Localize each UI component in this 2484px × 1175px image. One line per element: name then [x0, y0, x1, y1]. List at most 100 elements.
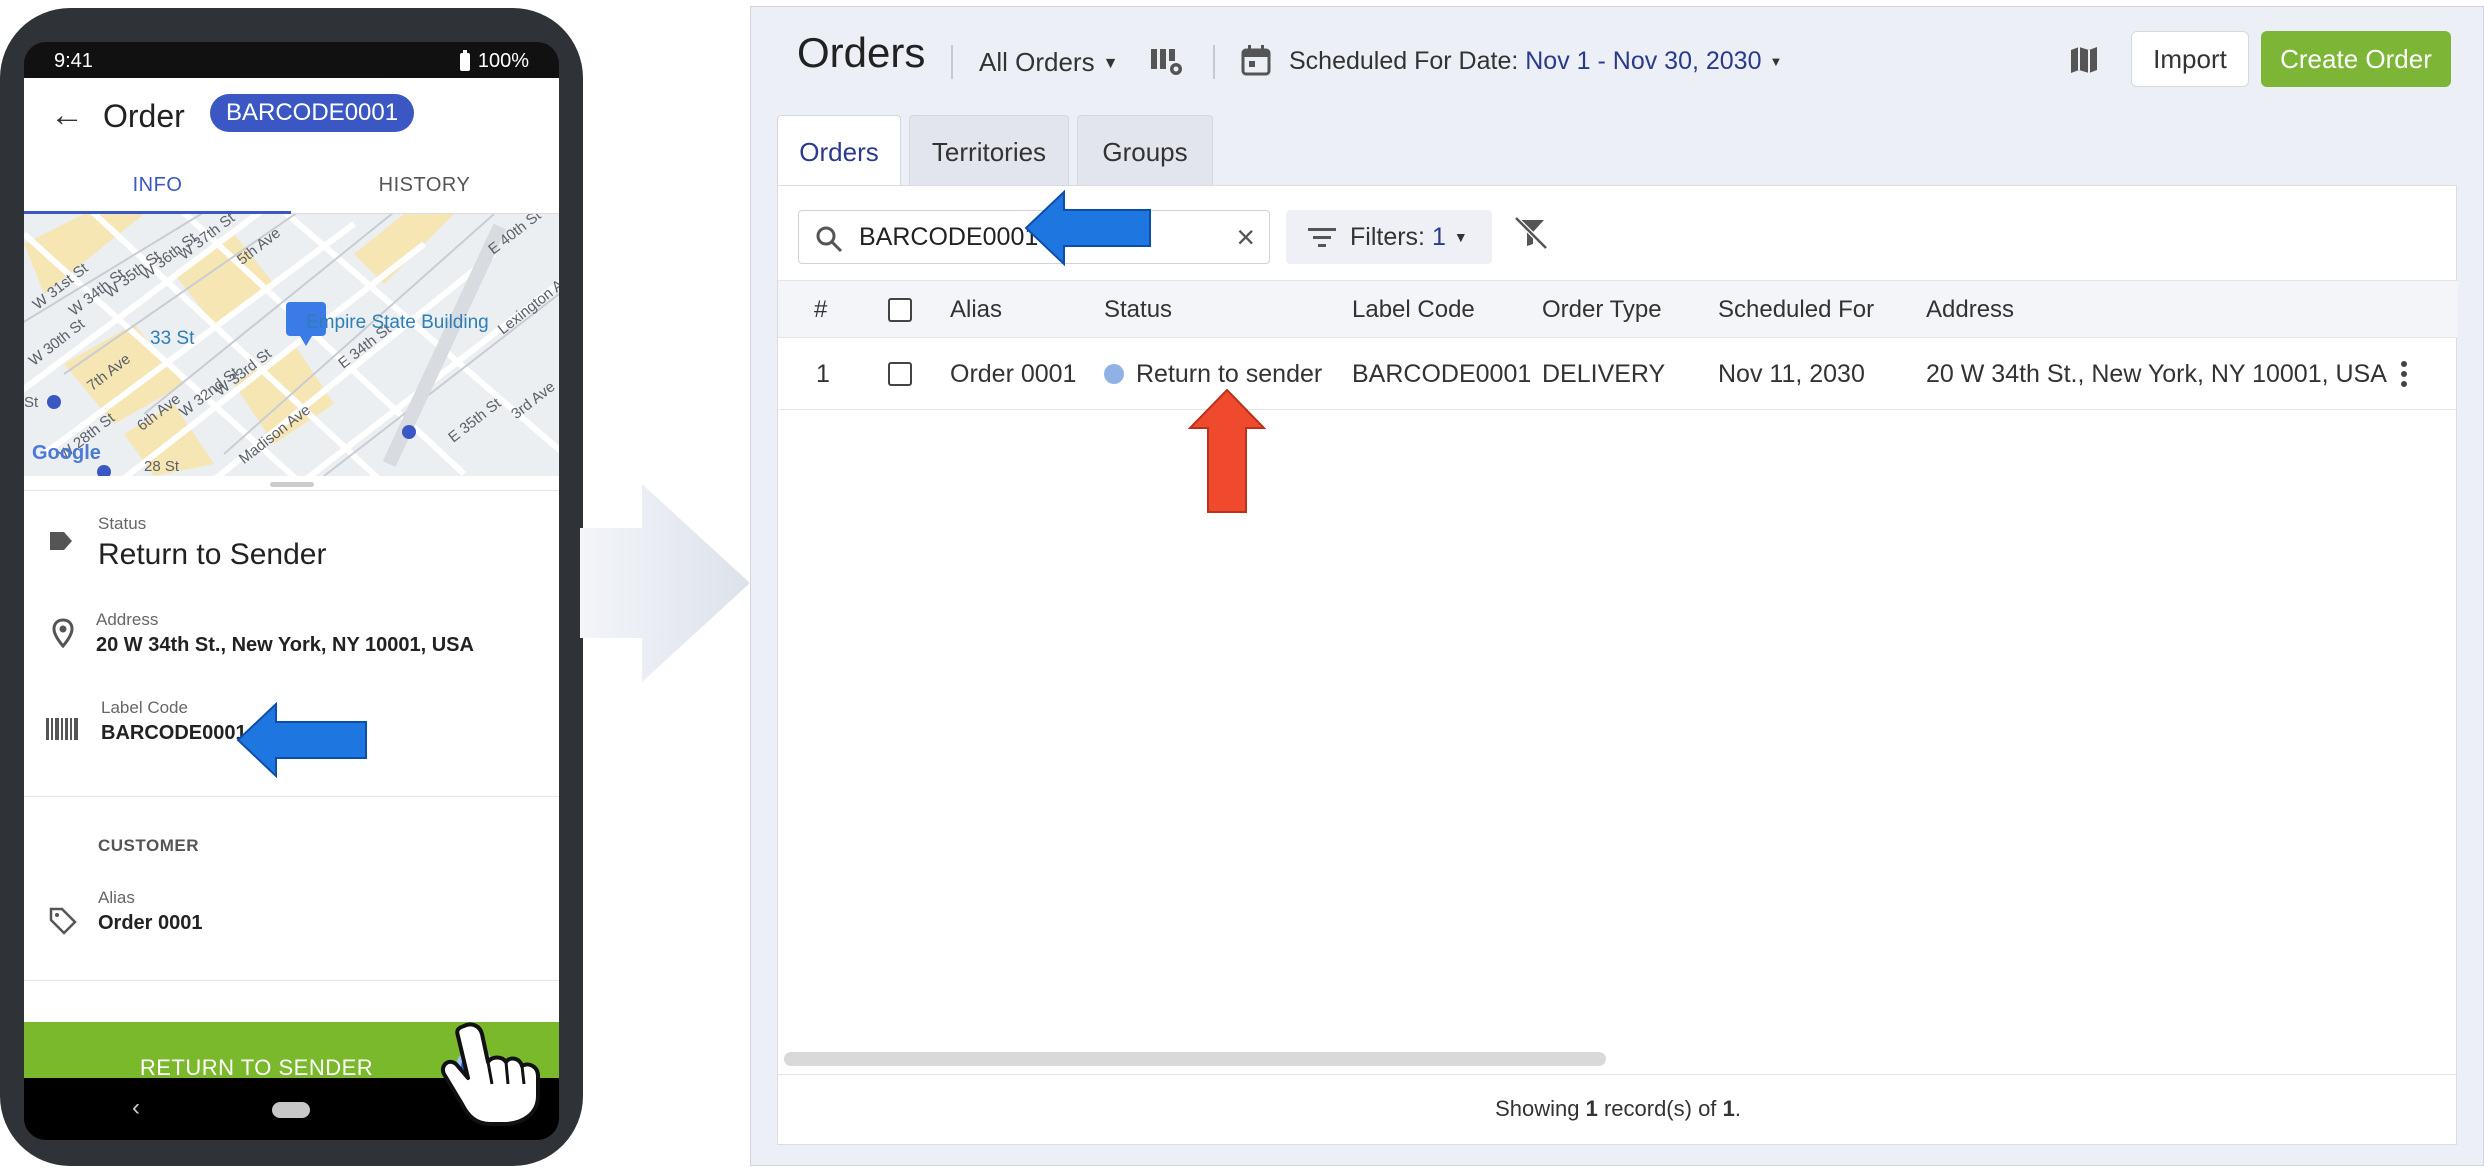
row-checkbox[interactable]: [888, 362, 912, 386]
caret-down-icon: ▼: [1769, 54, 1783, 69]
view-selector-dropdown[interactable]: All Orders ▼: [979, 47, 1118, 78]
table-header: # Alias Status Label Code Order Type Sch…: [778, 280, 2458, 338]
records-suffix: .: [1734, 1096, 1741, 1121]
row-alias: Order 0001: [950, 360, 1077, 388]
row-scheduled-for: Nov 11, 2030: [1718, 360, 1865, 388]
row-status-text: Return to sender: [1136, 360, 1323, 388]
tab-groups[interactable]: Groups: [1077, 115, 1213, 187]
status-bar-battery: 100%: [459, 49, 529, 73]
status-bar: 9:41 100%: [24, 42, 559, 78]
close-icon[interactable]: ×: [1236, 219, 1255, 255]
records-summary: Showing 1 record(s) of 1.: [778, 1074, 2458, 1144]
map-view-icon[interactable]: [2069, 45, 2099, 75]
order-tabs: INFO HISTORY: [24, 168, 559, 214]
nav-home-icon[interactable]: [272, 1102, 310, 1118]
clear-filters-icon[interactable]: [1514, 216, 1548, 250]
column-header-address[interactable]: Address: [1926, 281, 2014, 339]
filters-button[interactable]: Filters: 1 ▼: [1286, 210, 1492, 264]
customer-section-title: CUSTOMER: [98, 836, 199, 855]
import-button[interactable]: Import: [2131, 31, 2249, 87]
page-title: Order: [103, 98, 185, 134]
scheduled-range: Nov 1 - Nov 30, 2030: [1525, 47, 1762, 75]
column-header-scheduled-for[interactable]: Scheduled For: [1718, 281, 1874, 339]
view-selector-label: All Orders: [979, 47, 1095, 77]
nav-back-icon[interactable]: ‹: [132, 1094, 140, 1122]
transition-arrow-icon: [580, 484, 750, 682]
status-bar-time: 9:41: [54, 50, 93, 72]
records-prefix: Showing: [1495, 1096, 1580, 1121]
select-all-checkbox[interactable]: [888, 298, 912, 322]
divider: [1213, 45, 1215, 79]
address-label: Address: [96, 610, 159, 629]
page-title: Orders: [797, 29, 926, 76]
phone-screen-frame: 9:41 100% ← Order BARCODE0001 INFO HISTO…: [24, 42, 559, 1140]
status-label: Status: [98, 514, 147, 533]
scheduled-date-picker[interactable]: Scheduled For Date: Nov 1 - Nov 30, 2030…: [1289, 47, 1782, 76]
dashboard-window: Orders All Orders ▼ Scheduled For Date: N…: [750, 6, 2484, 1166]
order-barcode-badge: BARCODE0001: [210, 94, 415, 132]
divider: [24, 980, 559, 981]
column-header-alias[interactable]: Alias: [950, 281, 1002, 339]
more-vertical-icon[interactable]: [2398, 360, 2410, 388]
search-icon: [816, 226, 843, 253]
column-header-number: #: [814, 296, 828, 323]
records-middle: record(s) of: [1603, 1096, 1717, 1121]
map-station-label: St: [24, 394, 39, 411]
google-logo: Google: [32, 442, 101, 464]
scheduled-label: Scheduled For Date:: [1289, 47, 1519, 75]
filters-count: 1: [1431, 223, 1446, 251]
records-shown: 1: [1585, 1096, 1598, 1121]
label-code-label: Label Code: [101, 698, 188, 717]
alias-label: Alias: [98, 888, 135, 907]
back-arrow-icon[interactable]: ←: [50, 98, 84, 132]
map-streets-graphic: [24, 214, 559, 476]
map-poi-label: Empire State Building: [306, 312, 489, 333]
table-row[interactable]: 1 Order 0001 Return to sender BARCODE000…: [778, 338, 2458, 410]
column-header-status[interactable]: Status: [1104, 281, 1172, 339]
app-screen: ← Order BARCODE0001 INFO HISTORY W 37th …: [24, 78, 559, 1078]
tab-history[interactable]: HISTORY: [291, 168, 558, 214]
divider: [24, 796, 559, 797]
row-label-code: BARCODE0001: [1352, 360, 1532, 388]
annotation-arrow-left-icon: [1024, 190, 1151, 266]
orders-panel: × Filters: 1 ▼ # Alias Status Label Code …: [777, 185, 2458, 1145]
filters-text: Filters: 1 ▼: [1350, 210, 1468, 264]
alias-value: Order 0001: [98, 912, 203, 934]
status-value: Return to Sender: [98, 538, 327, 571]
divider: [951, 45, 953, 79]
horizontal-scrollbar[interactable]: [784, 1052, 1606, 1066]
divider: [24, 490, 559, 491]
barcode-icon: [46, 718, 78, 740]
annotation-arrow-up-icon: [1188, 388, 1266, 513]
address-value: 20 W 34th St., New York, NY 10001, USA: [96, 634, 474, 656]
tab-orders[interactable]: Orders: [777, 115, 901, 187]
records-total: 1: [1722, 1096, 1735, 1121]
sheet-drag-handle[interactable]: [270, 482, 314, 487]
column-header-label-code[interactable]: Label Code: [1352, 281, 1475, 339]
battery-percent: 100%: [477, 50, 529, 72]
create-order-button[interactable]: Create Order: [2261, 31, 2451, 87]
column-header-order-type[interactable]: Order Type: [1542, 281, 1662, 339]
order-map[interactable]: W 37th St W 36th St W 35th St W 34th St …: [24, 214, 559, 476]
tag-filled-icon: [50, 532, 72, 550]
tab-territories[interactable]: Territories: [909, 115, 1069, 187]
row-order-type: DELIVERY: [1542, 360, 1666, 388]
filter-lines-icon: [1308, 228, 1336, 247]
location-pin-icon: [52, 618, 74, 648]
pointing-hand-icon: [441, 1022, 540, 1126]
status-dot-icon: [1104, 364, 1124, 384]
order-header: ← Order BARCODE0001: [24, 78, 559, 148]
annotation-arrow-left-icon: [236, 702, 367, 778]
calendar-icon: [1241, 45, 1271, 76]
label-code-value: BARCODE0001: [101, 722, 247, 744]
battery-icon: [459, 49, 470, 71]
tab-info[interactable]: INFO: [24, 168, 291, 214]
map-station-label: 28 St: [144, 458, 180, 475]
column-settings-icon[interactable]: [1151, 47, 1183, 77]
caret-down-icon: ▼: [1453, 229, 1468, 245]
filters-label: Filters:: [1350, 223, 1425, 251]
row-address: 20 W 34th St., New York, NY 10001, USA: [1926, 360, 2387, 388]
caret-down-icon: ▼: [1102, 55, 1119, 72]
phone-mockup: 9:41 100% ← Order BARCODE0001 INFO HISTO…: [0, 8, 583, 1166]
tag-outline-icon: [49, 907, 77, 935]
